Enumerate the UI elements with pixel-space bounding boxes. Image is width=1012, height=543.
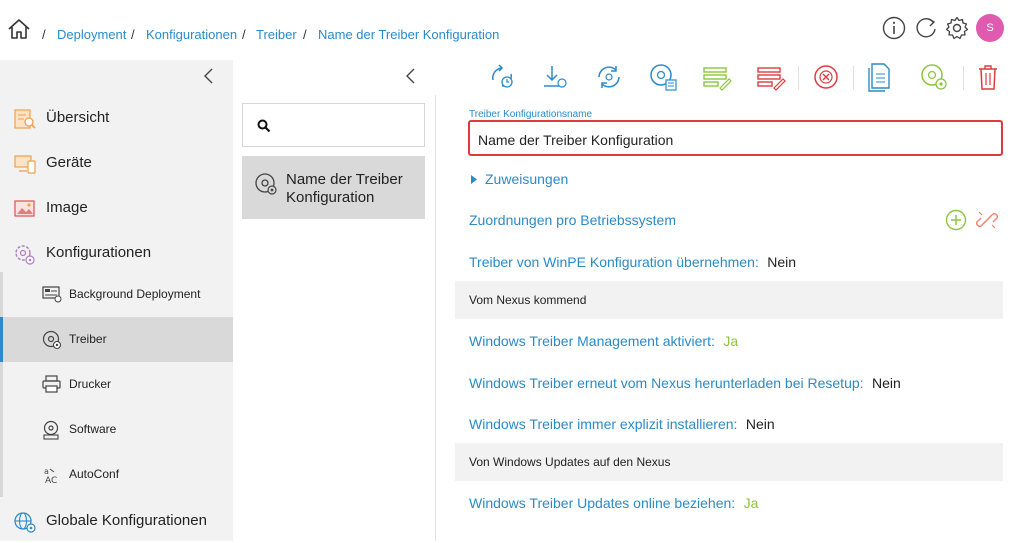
sidebar-item-label: Konfigurationen — [46, 244, 152, 261]
top-bar: / Deployment / Konfigurationen / Treiber… — [0, 0, 1012, 60]
cancel-circle-icon[interactable] — [811, 62, 841, 92]
sync-clock-icon[interactable] — [487, 62, 517, 92]
breadcrumb-separator: / — [303, 27, 307, 42]
sidebar-item-label: Globale Konfigurationen — [46, 512, 207, 529]
breadcrumb-konfigurationen[interactable]: Konfigurationen — [146, 27, 237, 42]
sidebar-subitem-drucker[interactable]: Drucker — [0, 362, 233, 407]
sidebar: Übersicht Geräte Image Konfigurationen B… — [0, 60, 233, 541]
list-item-label: Name der Treiber Konfiguration — [286, 171, 403, 206]
zuordnungen-link[interactable]: Zuordnungen pro Betriebssystem — [469, 212, 676, 228]
breadcrumb-separator: / — [242, 27, 246, 42]
row-winpe: Treiber von WinPE Konfiguration übernehm… — [469, 254, 796, 272]
row-updates-online: Windows Treiber Updates online beziehen:… — [469, 495, 758, 513]
section-header-label: Von Windows Updates auf den Nexus — [469, 455, 671, 469]
globe-gear-icon — [13, 510, 37, 534]
add-circle-icon[interactable] — [945, 209, 967, 231]
home-icon[interactable] — [7, 18, 31, 40]
sidebar-subitem-background-deployment[interactable]: Background Deployment — [0, 272, 233, 317]
row-treiber-management: Windows Treiber Management aktiviert: Ja — [469, 333, 738, 351]
sidebar-item-label: Image — [46, 199, 88, 216]
breadcrumb-separator: / — [131, 27, 135, 42]
list-delete-icon[interactable] — [756, 62, 786, 92]
sidebar-subitem-label: AutoConf — [69, 467, 120, 481]
sidebar-subitem-label: Treiber — [69, 332, 107, 346]
chevron-left-icon[interactable] — [404, 67, 418, 85]
disc-settings-icon[interactable] — [919, 62, 949, 92]
search-input[interactable] — [242, 103, 425, 147]
background-deployment-icon — [42, 285, 62, 303]
winpe-value[interactable]: Nein — [767, 254, 796, 270]
sidebar-item-geraete[interactable]: Geräte — [0, 141, 233, 185]
caret-right-icon — [471, 175, 477, 184]
breadcrumb-deployment[interactable]: Deployment — [57, 27, 126, 42]
list-item[interactable]: Name der Treiber Konfiguration — [242, 156, 425, 219]
name-field-label: Treiber Konfigurationsname — [469, 109, 593, 120]
configuration-name-input[interactable]: Name der Treiber Konfiguration — [468, 120, 1003, 156]
sidebar-subitem-label: Software — [69, 422, 117, 436]
configurations-icon — [13, 242, 37, 266]
row-redownload: Windows Treiber erneut vom Nexus herunte… — [469, 375, 901, 393]
user-avatar[interactable]: S — [976, 14, 1004, 42]
toolbar — [233, 60, 1012, 95]
sidebar-subitem-treiber[interactable]: Treiber — [0, 317, 233, 362]
document-copy-icon[interactable] — [865, 62, 895, 92]
disc-stack-icon[interactable] — [648, 62, 678, 92]
breadcrumb-current: Name der Treiber Konfiguration — [318, 27, 500, 42]
printer-icon — [42, 375, 62, 393]
devices-icon — [13, 152, 37, 176]
wtm-label: Windows Treiber Management aktiviert: — [469, 333, 715, 349]
breadcrumb-treiber[interactable]: Treiber — [256, 27, 297, 42]
sidebar-subitem-label: Background Deployment — [69, 287, 201, 301]
image-icon — [13, 197, 37, 221]
sidebar-item-label: Geräte — [46, 154, 92, 171]
zuweisungen-link: Zuweisungen — [485, 171, 569, 187]
trash-icon[interactable] — [973, 62, 1003, 92]
svg-text:a: a — [44, 467, 49, 476]
sidebar-item-globale-konfigurationen[interactable]: Globale Konfigurationen — [0, 499, 233, 543]
sidebar-item-konfigurationen[interactable]: Konfigurationen — [0, 231, 233, 275]
explicit-value[interactable]: Nein — [746, 416, 775, 432]
section-header-windows-updates: Von Windows Updates auf den Nexus — [455, 443, 1003, 481]
overview-icon — [13, 107, 37, 131]
chevron-left-icon[interactable] — [202, 67, 216, 85]
wtm-value[interactable]: Ja — [723, 333, 738, 349]
sidebar-subitem-autoconf[interactable]: a AC AutoConf — [0, 452, 233, 497]
search-icon — [257, 119, 271, 133]
sidebar-item-uebersicht[interactable]: Übersicht — [0, 96, 233, 140]
info-icon[interactable] — [882, 16, 906, 40]
driver-disc-icon — [42, 330, 62, 350]
row-explicit-install: Windows Treiber immer explizit installie… — [469, 416, 775, 434]
online-label: Windows Treiber Updates online beziehen: — [469, 495, 736, 511]
sync-refresh-icon[interactable] — [594, 62, 624, 92]
download-icon[interactable] — [539, 62, 569, 92]
section-header-label: Vom Nexus kommend — [469, 293, 587, 307]
online-value[interactable]: Ja — [744, 495, 759, 511]
configuration-list: Name der Treiber Konfiguration — [233, 95, 436, 541]
winpe-label: Treiber von WinPE Konfiguration übernehm… — [469, 254, 759, 270]
list-edit-icon[interactable] — [702, 62, 732, 92]
unlink-icon[interactable] — [976, 209, 998, 231]
toolbar-divider — [853, 66, 854, 90]
toolbar-divider — [963, 66, 964, 90]
selection-indicator — [0, 317, 3, 362]
configuration-name-value: Name der Treiber Konfiguration — [478, 132, 674, 148]
section-header-nexus: Vom Nexus kommend — [455, 281, 1003, 319]
breadcrumb-separator: / — [42, 27, 46, 42]
driver-disc-icon — [254, 172, 278, 196]
sidebar-subitem-software[interactable]: Software — [0, 407, 233, 452]
sidebar-item-label: Übersicht — [46, 109, 110, 126]
redownload-value[interactable]: Nein — [872, 375, 901, 391]
settings-gear-icon[interactable] — [945, 16, 969, 40]
toolbar-divider — [798, 66, 799, 90]
explicit-label: Windows Treiber immer explizit installie… — [469, 416, 738, 432]
redownload-label: Windows Treiber erneut vom Nexus herunte… — [469, 375, 864, 391]
sidebar-item-image[interactable]: Image — [0, 186, 233, 230]
software-icon — [42, 420, 62, 440]
svg-text:AC: AC — [45, 476, 57, 485]
autoconf-icon: a AC — [42, 465, 64, 485]
refresh-icon[interactable] — [914, 16, 938, 40]
sidebar-subitem-label: Drucker — [69, 377, 112, 391]
